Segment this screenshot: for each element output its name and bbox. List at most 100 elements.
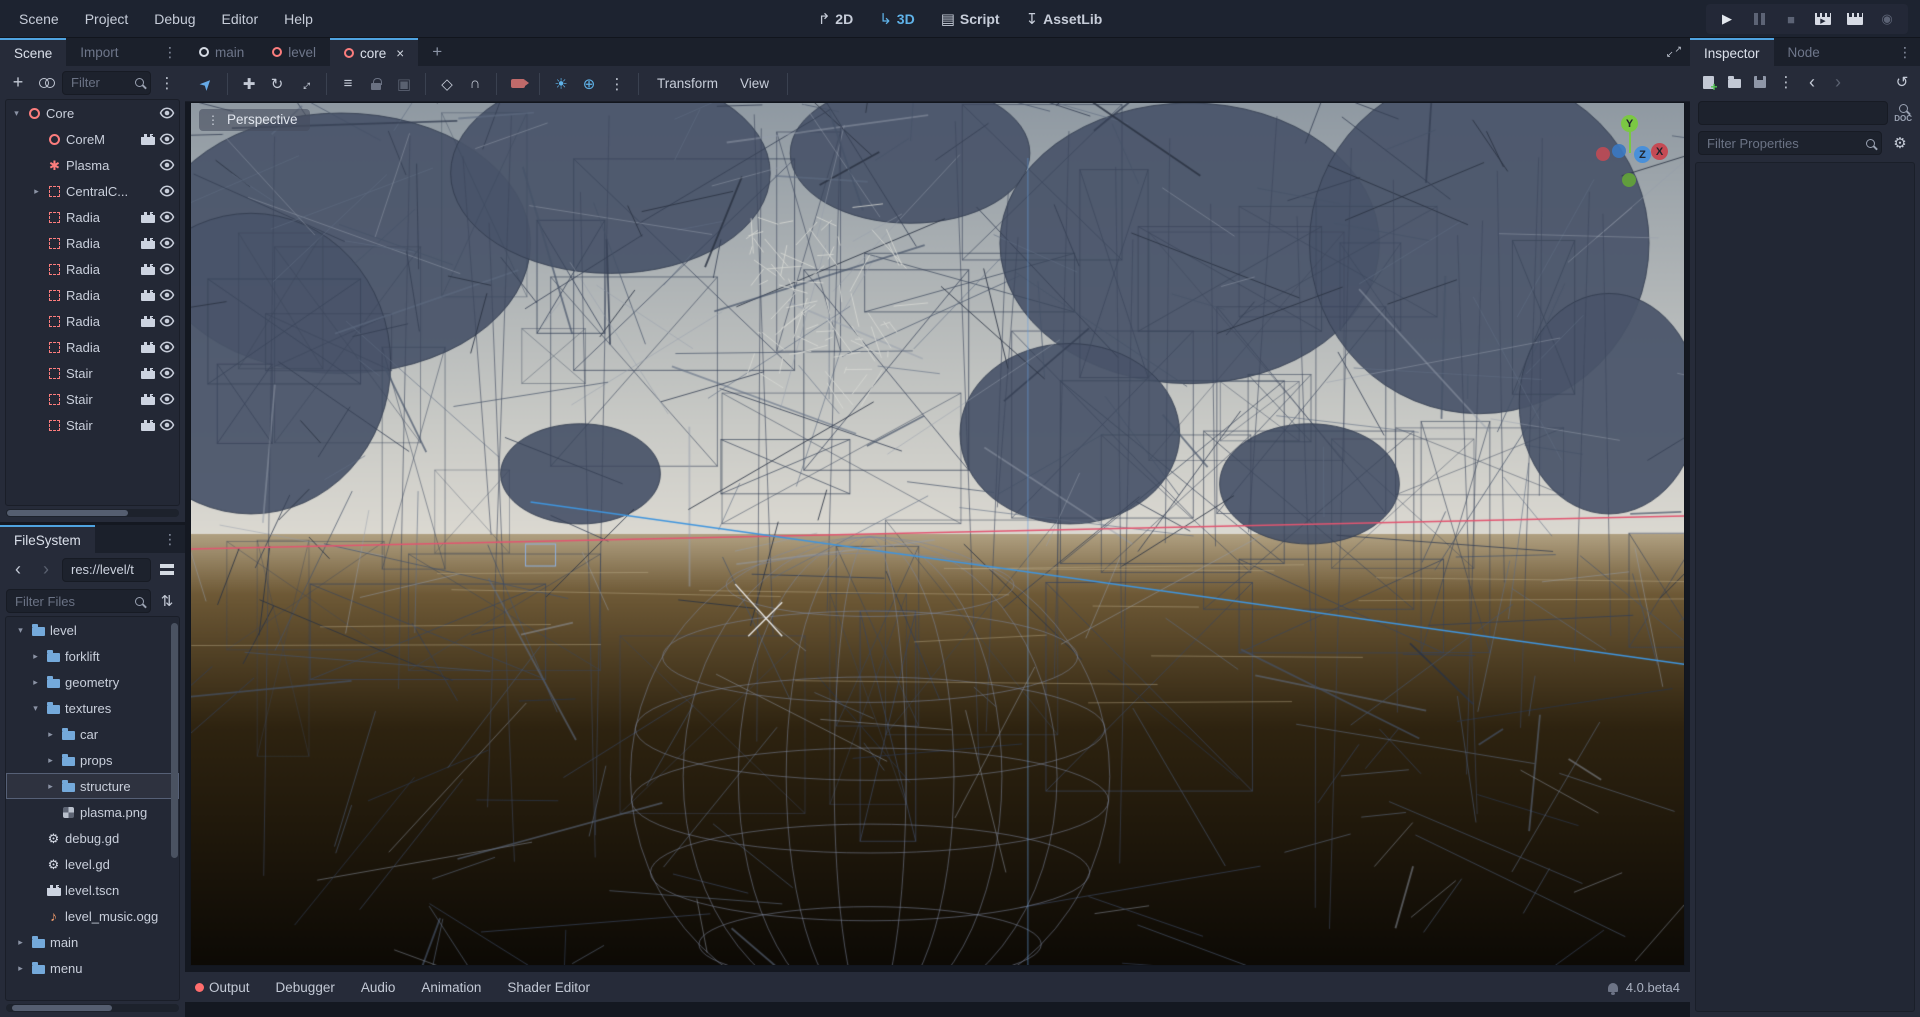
visibility-eye-icon[interactable]: [159, 339, 175, 355]
fs-item-structure[interactable]: ▸ structure: [6, 773, 179, 799]
open-instanced-scene-icon[interactable]: [141, 238, 155, 249]
group-toggle[interactable]: ▣: [391, 71, 417, 97]
scene-node-row[interactable]: ▾ Core: [6, 100, 179, 126]
open-instanced-scene-icon[interactable]: [141, 368, 155, 379]
add-node-button[interactable]: +: [6, 71, 30, 95]
rotate-tool[interactable]: ↻: [264, 71, 290, 97]
snap-toggle[interactable]: ∩: [462, 71, 488, 97]
fs-sort-button[interactable]: ⇅: [155, 589, 179, 613]
visibility-eye-icon[interactable]: [159, 417, 175, 433]
fs-item-debug.gd[interactable]: ⚙ debug.gd: [6, 825, 179, 851]
select-tool[interactable]: ➤: [188, 65, 225, 102]
fs-item-main[interactable]: ▸ main: [6, 929, 179, 955]
fs-item-level_music.ogg[interactable]: ♪ level_music.ogg: [6, 903, 179, 929]
camera-preview-toggle[interactable]: [505, 71, 531, 97]
switch-script[interactable]: ▤Script: [931, 7, 1010, 31]
visibility-eye-icon[interactable]: [159, 235, 175, 251]
switch-assetlib[interactable]: ↧AssetLib: [1016, 7, 1113, 31]
inspector-filter-input[interactable]: [1698, 131, 1882, 155]
bottom-tab-shader-editor[interactable]: Shader Editor: [507, 980, 590, 995]
tree-arrow-icon[interactable]: ▾: [10, 108, 23, 119]
gizmo-axis-x[interactable]: X: [1651, 143, 1668, 160]
scene-node-row[interactable]: Radia: [6, 282, 179, 308]
scene-node-row[interactable]: Radia: [6, 308, 179, 334]
scene-node-row[interactable]: Stair: [6, 386, 179, 412]
visibility-eye-icon[interactable]: [159, 261, 175, 277]
visibility-eye-icon[interactable]: [159, 313, 175, 329]
perspective-menu[interactable]: ⋮ Perspective: [199, 109, 310, 131]
scene-node-row[interactable]: ✱Plasma: [6, 152, 179, 178]
filesystem-dock-menu[interactable]: ⋮: [155, 525, 185, 553]
bottom-tab-debugger[interactable]: Debugger: [276, 980, 335, 995]
tab-inspector[interactable]: Inspector: [1690, 38, 1774, 66]
fs-split-mode-button[interactable]: [155, 558, 179, 582]
open-instanced-scene-icon[interactable]: [141, 316, 155, 327]
play-custom-scene-button[interactable]: [1842, 7, 1868, 31]
property-tools-button[interactable]: ⚙: [1888, 131, 1912, 155]
scene-node-row[interactable]: Radia: [6, 334, 179, 360]
menu-editor[interactable]: Editor: [213, 7, 268, 31]
fs-item-plasma.png[interactable]: plasma.png: [6, 799, 179, 825]
fs-back-button[interactable]: ‹: [6, 558, 30, 582]
scene-node-row[interactable]: Radia: [6, 230, 179, 256]
viewport-menu-transform[interactable]: Transform: [647, 72, 728, 95]
notification-bell-icon[interactable]: [1608, 983, 1618, 992]
fs-item-car[interactable]: ▸ car: [6, 721, 179, 747]
history-list-button[interactable]: ↺: [1890, 70, 1914, 94]
history-forward-button[interactable]: ›: [1826, 70, 1850, 94]
fs-path-field[interactable]: [62, 558, 151, 582]
fs-hscrollbar[interactable]: [6, 1004, 179, 1012]
fs-item-level[interactable]: ▾ level: [6, 617, 179, 643]
scene-node-row[interactable]: Radia: [6, 204, 179, 230]
tab-import[interactable]: Import: [66, 38, 132, 66]
switch-3d[interactable]: ↳3D: [869, 7, 924, 31]
bottom-tab-output[interactable]: Output: [195, 980, 250, 995]
tab-node[interactable]: Node: [1774, 38, 1834, 66]
new-scene-tab-button[interactable]: +: [418, 38, 456, 66]
preview-sun-toggle[interactable]: ☀: [548, 71, 574, 97]
distraction-free-button[interactable]: ↗↙: [1658, 38, 1690, 66]
open-instanced-scene-icon[interactable]: [141, 134, 155, 145]
open-instanced-scene-icon[interactable]: [141, 420, 155, 431]
open-instanced-scene-icon[interactable]: [141, 394, 155, 405]
menu-debug[interactable]: Debug: [145, 7, 204, 31]
fs-vscrollbar[interactable]: [171, 619, 178, 998]
gizmo-axis-y[interactable]: Y: [1621, 115, 1638, 132]
scene-dock-menu[interactable]: ⋮: [155, 38, 185, 66]
fs-forward-button[interactable]: ›: [34, 558, 58, 582]
bottom-tab-animation[interactable]: Animation: [421, 980, 481, 995]
open-instanced-scene-icon[interactable]: [141, 342, 155, 353]
scene-node-row[interactable]: Stair: [6, 360, 179, 386]
resource-extra-menu[interactable]: ⋮: [1774, 70, 1798, 94]
tab-scene[interactable]: Scene: [0, 38, 66, 66]
inspector-object-name-field[interactable]: [1698, 101, 1888, 125]
movie-maker-button[interactable]: ◉: [1874, 7, 1900, 31]
instance-scene-button[interactable]: [34, 71, 58, 95]
move-tool[interactable]: ✚: [236, 71, 262, 97]
new-resource-button[interactable]: +: [1696, 70, 1720, 94]
bottom-tab-audio[interactable]: Audio: [361, 980, 396, 995]
visibility-eye-icon[interactable]: [159, 209, 175, 225]
gizmo-axis-neg-z[interactable]: [1612, 144, 1626, 158]
scene-tab-core[interactable]: core×: [330, 38, 418, 66]
scene-tab-level[interactable]: level: [258, 38, 330, 66]
fs-item-props[interactable]: ▸ props: [6, 747, 179, 773]
sun-env-menu[interactable]: ⋮: [604, 71, 630, 97]
fs-filter-input[interactable]: [6, 589, 151, 613]
save-resource-button[interactable]: [1748, 70, 1772, 94]
visibility-eye-icon[interactable]: [159, 365, 175, 381]
gizmo-axis-neg-y[interactable]: [1622, 173, 1636, 187]
fs-item-level.tscn[interactable]: level.tscn: [6, 877, 179, 903]
play-button[interactable]: ▶: [1714, 7, 1740, 31]
scene-tree-hscrollbar[interactable]: [6, 509, 179, 517]
open-instanced-scene-icon[interactable]: [141, 264, 155, 275]
visibility-eye-icon[interactable]: [159, 391, 175, 407]
menu-help[interactable]: Help: [275, 7, 322, 31]
scene-node-row[interactable]: Radia: [6, 256, 179, 282]
history-back-button[interactable]: ‹: [1800, 70, 1824, 94]
load-resource-button[interactable]: [1722, 70, 1746, 94]
tree-arrow-icon[interactable]: ▸: [30, 186, 43, 197]
local-space-toggle[interactable]: ◇: [434, 71, 460, 97]
fs-item-level.gd[interactable]: ⚙ level.gd: [6, 851, 179, 877]
visibility-eye-icon[interactable]: [159, 157, 175, 173]
